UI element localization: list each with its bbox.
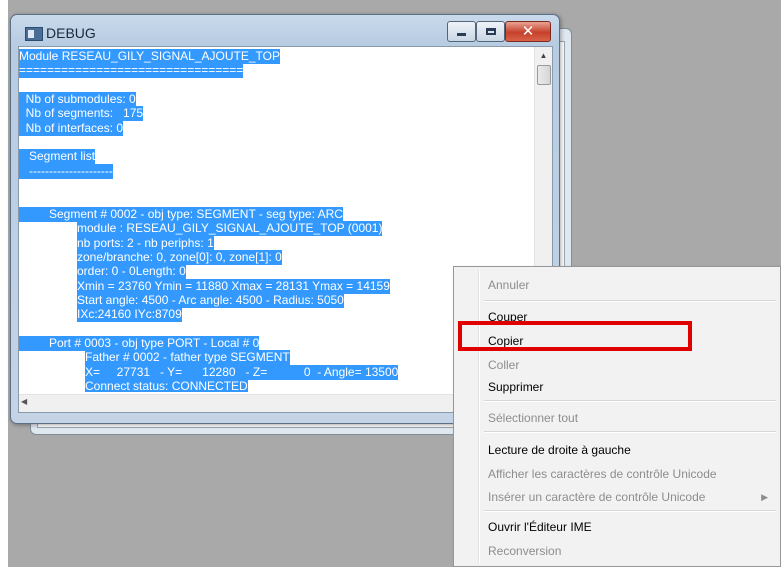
context-menu[interactable]: Annuler Couper Copier Coller Supprimer Sélect…	[453, 266, 781, 567]
maximize-button[interactable]	[476, 21, 505, 42]
menu-separator	[484, 510, 776, 512]
scroll-thumb[interactable]	[537, 65, 551, 85]
debug-line: Nb of submodules: 0	[19, 92, 136, 108]
minimize-button[interactable]	[447, 21, 476, 42]
window-title: DEBUG	[46, 25, 96, 41]
menu-item-coller[interactable]: Coller	[488, 355, 519, 375]
debug-line: Start angle: 4500 - Arc angle: 4500 - Ra…	[77, 292, 344, 308]
debug-line: Segment # 0002 - obj type: SEGMENT - seg…	[19, 206, 343, 222]
debug-line: zone/branche: 0, zone[0]: 0, zone[1]: 0	[77, 249, 282, 265]
debug-line: order: 0 - 0Length: 0	[77, 264, 186, 280]
menu-item-ouvrir-l-éditeur-ime[interactable]: Ouvrir l'Éditeur IME	[488, 517, 592, 537]
debug-line: Nb of interfaces: 0	[19, 120, 124, 136]
debug-line: module : RESEAU_GILY_SIGNAL_AJOUTE_TOP (…	[77, 221, 383, 237]
window-icon	[25, 27, 43, 41]
debug-line: Segment list	[19, 149, 96, 165]
debug-line: Xmin = 23760 Ymin = 11880 Xmax = 28131 Y…	[77, 278, 390, 294]
submenu-arrow-icon: ▶	[761, 492, 768, 502]
debug-line: Module RESEAU_GILY_SIGNAL_AJOUTE_TOP	[19, 49, 280, 64]
debug-line: nb ports: 2 - nb periphs: 1	[77, 235, 214, 251]
menu-gutter	[478, 270, 480, 563]
debug-line: Father # 0002 - father type SEGMENT	[85, 350, 290, 366]
title-bar[interactable]: DEBUG ✕	[11, 15, 559, 47]
copier-highlight-box	[458, 321, 692, 351]
close-button[interactable]: ✕	[505, 21, 551, 42]
debug-line: ---------------------	[19, 163, 113, 179]
menu-separator	[484, 400, 776, 402]
debug-line: Port # 0003 - obj type PORT - Local # 0	[19, 336, 260, 351]
debug-line: Nb of segments: 175	[19, 106, 144, 122]
close-icon: ✕	[521, 22, 535, 40]
maximize-icon	[485, 28, 496, 35]
menu-separator	[484, 300, 776, 302]
debug-line: Connect status: CONNECTED	[85, 379, 248, 392]
scroll-up-arrow-icon[interactable]: ▲	[535, 47, 552, 64]
menu-item-insérer-un-caractère-de-contrôle-unicode[interactable]: Insérer un caractère de contrôle Unicode	[488, 487, 705, 507]
debug-line: X= 27731 - Y= 12280 - Z= 0 - Angle= 1350…	[85, 364, 399, 380]
debug-line: IXc:24160 IYc:8709	[77, 307, 182, 323]
menu-item-annuler[interactable]: Annuler	[488, 275, 529, 295]
menu-item-afficher-les-caractères-de-contrôle-unicode[interactable]: Afficher les caractères de contrôle Unic…	[488, 464, 717, 484]
scroll-left-arrow-icon[interactable]: ◀	[21, 397, 27, 406]
menu-item-reconversion[interactable]: Reconversion	[488, 541, 561, 561]
menu-item-sélectionner-tout[interactable]: Sélectionner tout	[488, 408, 578, 428]
menu-item-lecture-de-droite-à-gauche[interactable]: Lecture de droite à gauche	[488, 440, 631, 460]
menu-separator	[484, 431, 776, 433]
debug-line: ================================	[19, 63, 244, 79]
menu-item-supprimer[interactable]: Supprimer	[488, 377, 543, 397]
minimize-icon	[457, 33, 466, 36]
